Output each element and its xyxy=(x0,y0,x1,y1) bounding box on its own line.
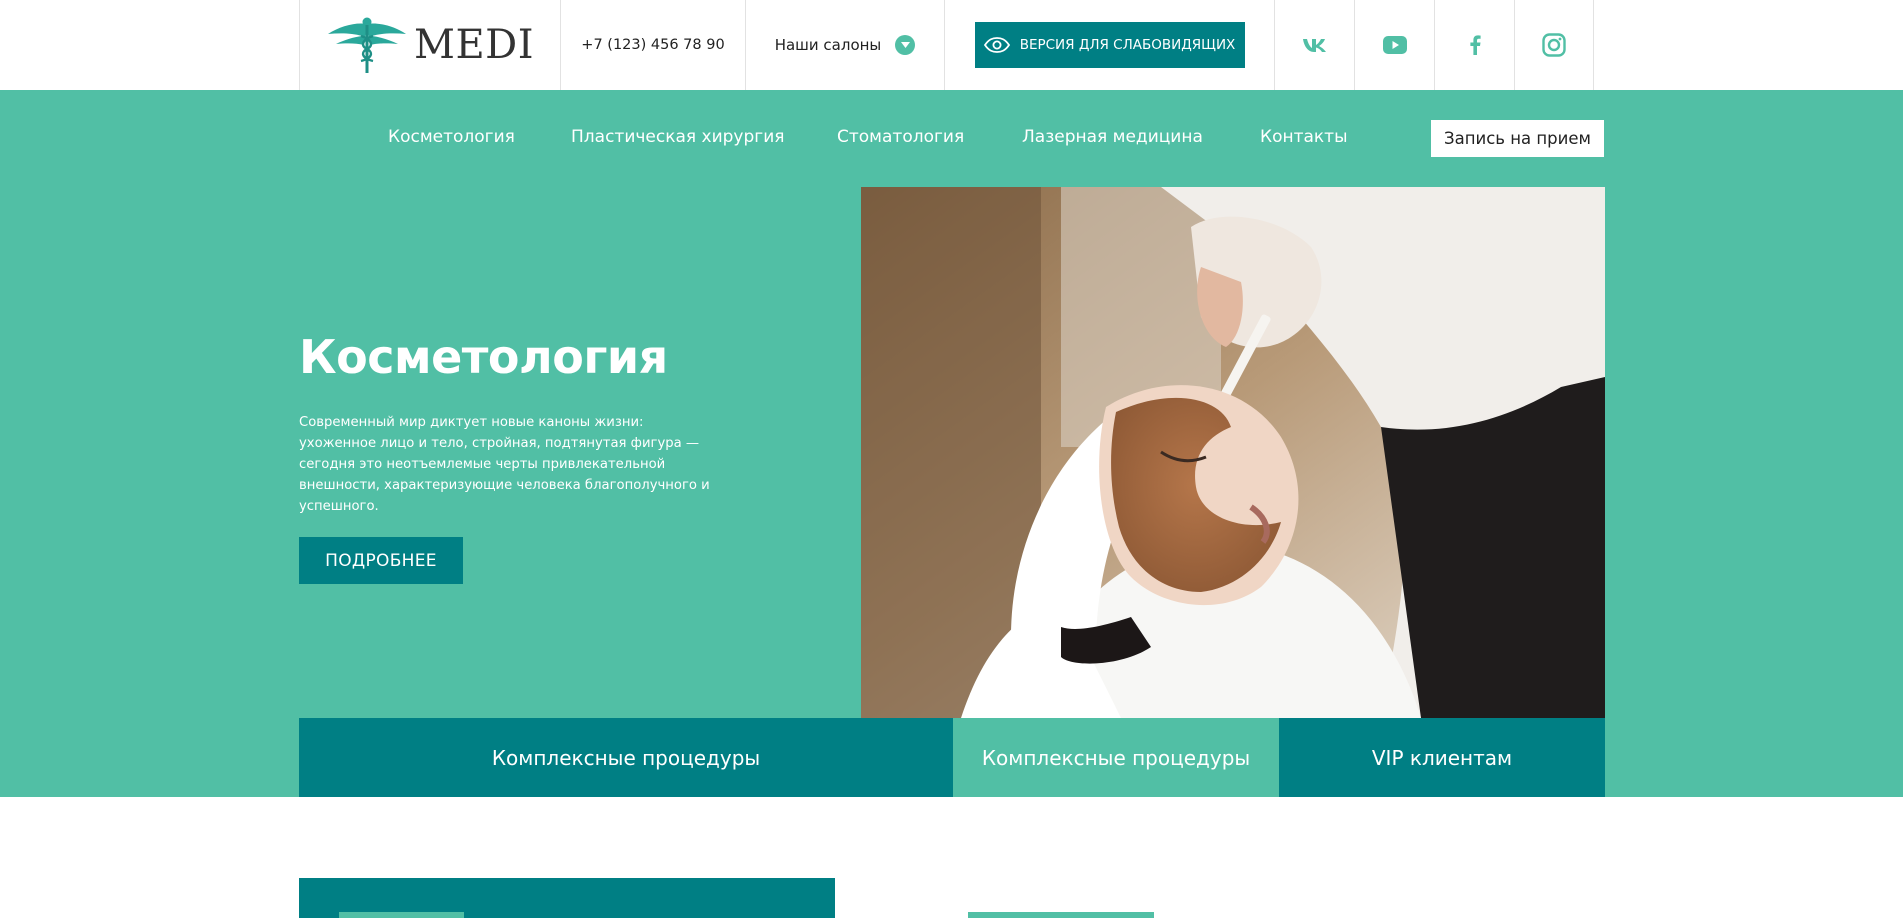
hero-section: Косметология Пластическая хирургия Стома… xyxy=(0,90,1903,797)
more-button[interactable]: ПОДРОБНЕЕ xyxy=(299,537,463,584)
next-section-card xyxy=(299,878,835,918)
hero-title: Косметология xyxy=(299,330,668,384)
vk-link[interactable] xyxy=(1274,0,1354,90)
instagram-icon xyxy=(1542,33,1566,57)
vk-icon xyxy=(1302,39,1326,52)
phone-number[interactable]: +7 (123) 456 78 90 xyxy=(560,0,745,90)
phone-text: +7 (123) 456 78 90 xyxy=(581,37,725,53)
caduceus-icon xyxy=(327,17,406,73)
tab-vip-clients[interactable]: VIP клиентам xyxy=(1279,718,1605,797)
hero-description: Современный мир диктует новые каноны жиз… xyxy=(299,415,710,514)
chevron-down-icon xyxy=(895,35,916,55)
facebook-icon xyxy=(1469,35,1481,55)
nav-item-contacts[interactable]: Контакты xyxy=(1260,127,1348,147)
nav-item-cosmetology[interactable]: Косметология xyxy=(388,127,515,147)
logo[interactable]: MEDI xyxy=(299,0,560,90)
youtube-link[interactable] xyxy=(1354,0,1434,90)
nav-item-dentistry[interactable]: Стоматология xyxy=(837,127,964,147)
low-vision-button[interactable]: ВЕРСИЯ ДЛЯ СЛАБОВИДЯЩИХ xyxy=(974,22,1245,68)
facebook-link[interactable] xyxy=(1434,0,1514,90)
logo-text: MEDI xyxy=(413,22,535,68)
book-appointment-button[interactable]: Запись на прием xyxy=(1431,120,1604,157)
vision-cell: ВЕРСИЯ ДЛЯ СЛАБОВИДЯЩИХ xyxy=(944,0,1274,90)
salons-label: Наши салоны xyxy=(774,36,882,54)
low-vision-label: ВЕРСИЯ ДЛЯ СЛАБОВИДЯЩИХ xyxy=(1019,37,1236,53)
tab-complex-procedures[interactable]: Комплексные процедуры xyxy=(299,718,953,797)
top-header: MEDI +7 (123) 456 78 90 Наши салоны ВЕРС… xyxy=(0,0,1903,90)
instagram-link[interactable] xyxy=(1514,0,1594,90)
card-accent-strip xyxy=(339,912,464,918)
salons-dropdown[interactable]: Наши салоны xyxy=(745,0,944,90)
main-nav: Косметология Пластическая хирургия Стома… xyxy=(0,90,1903,187)
hero-photo xyxy=(861,187,1605,718)
section-accent-strip xyxy=(968,912,1154,918)
procedure-tabs: Комплексные процедуры Комплексные процед… xyxy=(299,718,1605,797)
nav-item-plastic-surgery[interactable]: Пластическая хирургия xyxy=(571,127,785,147)
youtube-icon xyxy=(1382,36,1407,54)
tab-complex-procedures-active[interactable]: Комплексные процедуры xyxy=(953,718,1279,797)
nav-item-laser-medicine[interactable]: Лазерная медицина xyxy=(1022,127,1203,147)
cosmetology-photo xyxy=(861,187,1605,718)
eye-icon xyxy=(983,37,1010,53)
